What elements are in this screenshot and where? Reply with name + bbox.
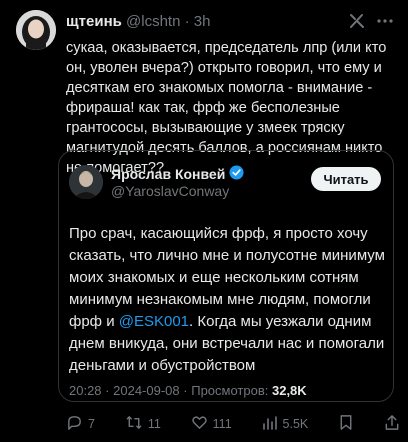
post-header: щтеинь @lcshtn · 3h [66,13,210,30]
repost-button[interactable]: 11 [125,414,161,434]
read-button[interactable]: Читать [311,167,381,191]
author-handle[interactable]: @lcshtn [126,13,180,30]
like-icon [191,414,208,434]
meta-separator: · [105,383,110,398]
meta-separator-2: · [183,383,188,398]
quoted-date[interactable]: 2024-09-08 [113,383,180,398]
tweet[interactable]: щтеинь @lcshtn · 3h сукаа, оказывается, … [0,0,408,442]
views-count: 32,8K [271,383,307,398]
repost-count: 11 [147,417,161,431]
like-count: 111 [212,417,232,431]
quoted-author-name[interactable]: Ярослав Конвей [111,165,244,183]
grok-icon[interactable] [348,12,366,30]
verified-badge-icon [229,165,244,183]
reply-count: 7 [88,417,95,431]
top-icons [348,12,394,30]
bookmark-icon [338,414,354,434]
views-icon [262,415,278,434]
share-icon [384,414,400,434]
reply-button[interactable]: 7 [66,414,95,434]
quoted-time[interactable]: 20:28 [69,383,102,398]
quoted-meta: 20:28 · 2024-09-08 · Просмотров: 32,8K [69,383,307,398]
avatar[interactable] [16,10,56,50]
quoted-name-text: Ярослав Конвей [111,166,226,182]
separator: · [184,13,190,30]
repost-icon [125,414,143,434]
like-button[interactable]: 111 [191,414,232,434]
more-icon[interactable] [376,12,394,30]
views-label: Просмотров: [191,383,269,398]
reply-icon [66,414,83,434]
post-time[interactable]: 3h [194,13,211,30]
mention-link[interactable]: @ESK001 [119,313,189,330]
quoted-tweet[interactable]: Ярослав Конвей @YaroslavConway Читать Пр… [58,150,394,402]
quoted-text: Про срач, касающийся фрф, я просто хочу … [69,223,387,377]
quoted-avatar[interactable] [69,165,103,199]
author-name[interactable]: щтеинь [66,13,122,30]
views-total: 5.5K [282,417,309,431]
bookmark-button[interactable] [338,414,354,434]
share-button[interactable] [384,414,400,434]
quoted-author-handle[interactable]: @YaroslavConway [111,183,229,199]
action-bar: 7 11 111 5.5K [66,414,400,434]
views-button[interactable]: 5.5K [262,415,309,434]
